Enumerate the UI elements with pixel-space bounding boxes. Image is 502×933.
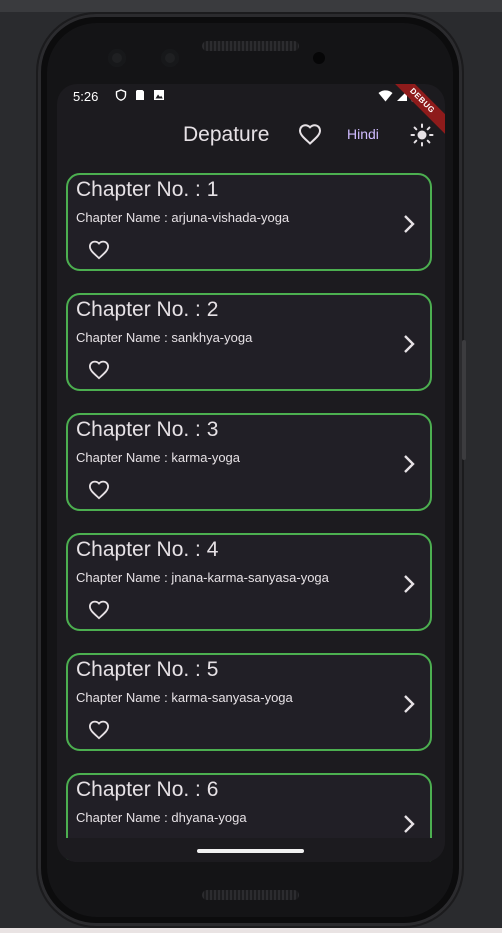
status-bar: 5:26 DEBUG (57, 84, 445, 138)
chapter-number: Chapter No. : 4 (76, 538, 219, 561)
chapter-card[interactable]: Chapter No. : 5 Chapter Name : karma-san… (66, 653, 432, 751)
sun-icon[interactable] (410, 123, 434, 147)
app-screen: 5:26 DEBUG Depature Hindi Chapter No.: … (57, 84, 445, 862)
chapter-name: Chapter Name : arjuna-vishada-yoga (76, 210, 290, 225)
chevron-right-icon[interactable] (402, 813, 416, 835)
shield-icon (115, 89, 127, 101)
wifi-icon (378, 89, 393, 105)
heart-outline-icon[interactable] (88, 360, 110, 380)
chevron-right-icon[interactable] (402, 213, 416, 235)
side-button (462, 340, 466, 460)
image-icon (153, 89, 165, 101)
chapter-number: Chapter No. : 6 (76, 778, 219, 801)
chapter-name: Chapter Name : karma-sanyasa-yoga (76, 690, 293, 705)
chapter-number: Chapter No. : 2 (76, 298, 219, 321)
proximity-sensor (313, 52, 325, 64)
chevron-right-icon[interactable] (402, 573, 416, 595)
chapter-card[interactable]: Chapter No. : 3 Chapter Name : karma-yog… (66, 413, 432, 511)
heart-outline-icon[interactable] (88, 720, 110, 740)
chapter-card[interactable]: Chapter No. : 4 Chapter Name : jnana-kar… (66, 533, 432, 631)
window-top-strip (0, 0, 502, 12)
chevron-right-icon[interactable] (402, 693, 416, 715)
home-indicator[interactable] (197, 849, 304, 853)
chapter-name: Chapter Name : dhyana-yoga (76, 810, 247, 825)
status-time: 5:26 (73, 89, 99, 104)
front-camera-left (108, 49, 126, 67)
app-bar: Depature Hindi (57, 110, 445, 160)
chapter-name: Chapter Name : jnana-karma-sanyasa-yoga (76, 570, 329, 585)
front-camera-right (161, 49, 179, 67)
chapter-name: Chapter Name : karma-yoga (76, 450, 241, 465)
chevron-right-icon[interactable] (402, 333, 416, 355)
window-bottom-strip (0, 928, 502, 933)
heart-outline-icon[interactable] (88, 480, 110, 500)
top-speaker (202, 41, 299, 51)
chapter-number: Chapter No. : 5 (76, 658, 219, 681)
sd-card-icon (134, 89, 146, 101)
chapter-number: Chapter No. : 3 (76, 418, 219, 441)
chapter-number: Chapter No. : 1 (76, 178, 219, 201)
language-toggle-button[interactable]: Hindi (347, 126, 379, 142)
chapter-card[interactable]: Chapter No. : 1 Chapter Name : arjuna-vi… (66, 173, 432, 271)
chapter-card[interactable]: Chapter No. : 2 Chapter Name : sankhya-y… (66, 293, 432, 391)
favorites-heart-icon[interactable] (297, 123, 323, 147)
heart-outline-icon[interactable] (88, 600, 110, 620)
chapter-name: Chapter Name : sankhya-yoga (76, 330, 253, 345)
chapter-list: Chapter No. : 1 Chapter Name : arjuna-vi… (66, 173, 436, 862)
status-notification-icons (115, 89, 165, 101)
heart-outline-icon[interactable] (88, 240, 110, 260)
chevron-right-icon[interactable] (402, 453, 416, 475)
page-title: Depature (183, 123, 270, 146)
bottom-speaker (202, 890, 299, 900)
